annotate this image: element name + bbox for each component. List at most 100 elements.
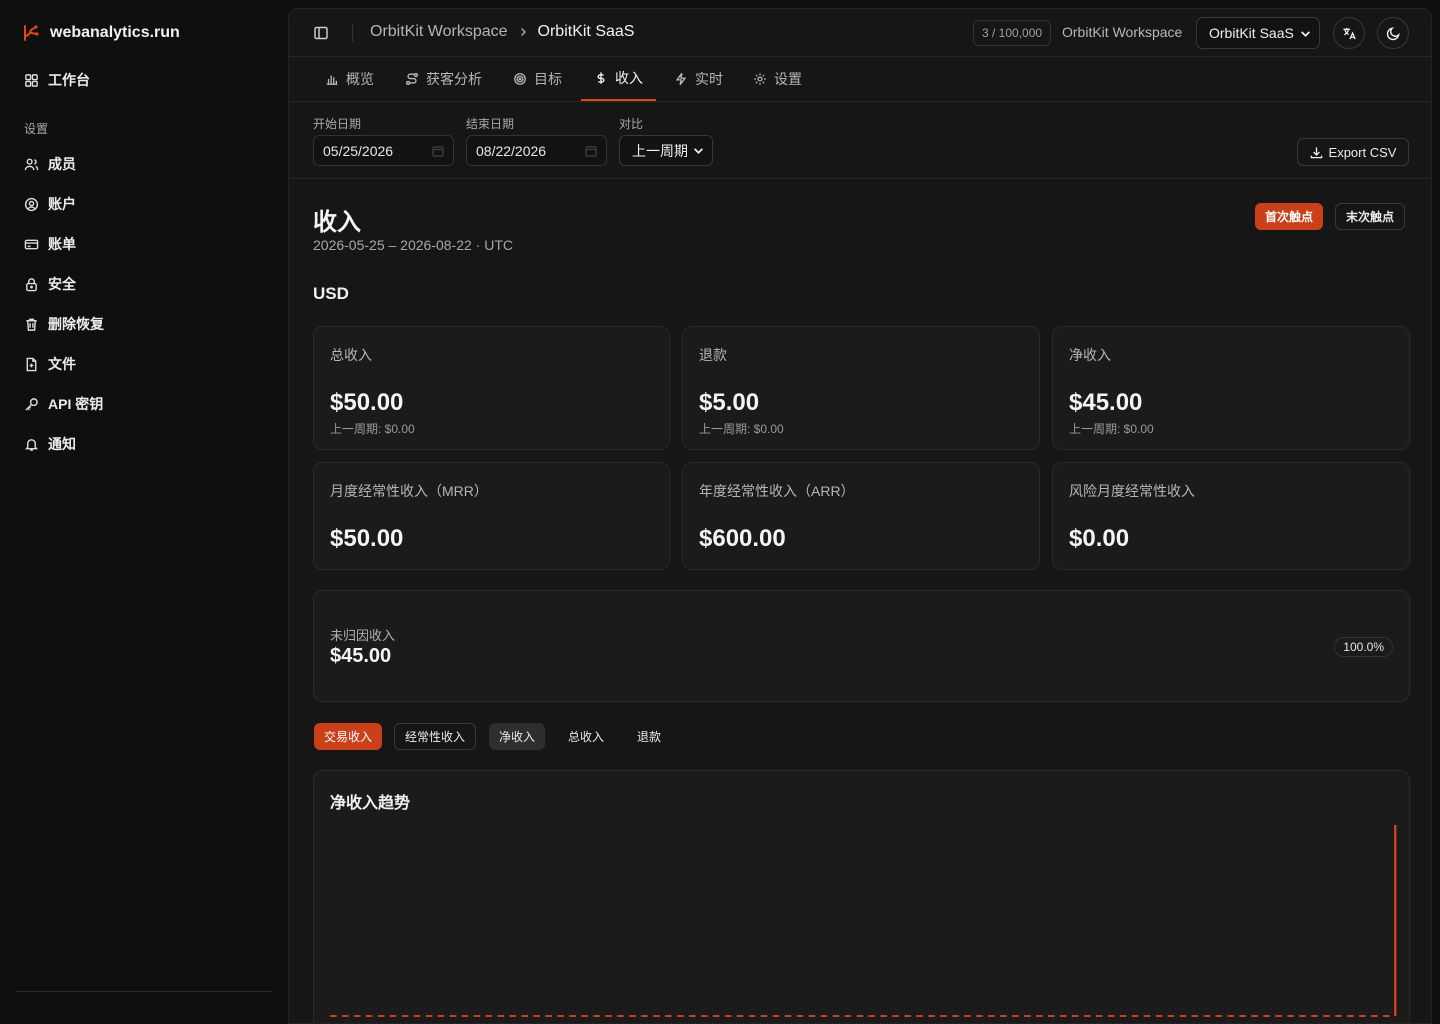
sidebar-item-notifications[interactable]: 通知 [16, 428, 272, 460]
metric-previous: 上一周期: $0.00 [330, 422, 415, 436]
breadcrumb-project[interactable]: OrbitKit SaaS [538, 23, 635, 41]
tab-bar: 概览 获客分析 目标 收入 实时 设置 [289, 57, 1431, 102]
breadcrumb: OrbitKit Workspace OrbitKit SaaS [370, 23, 634, 41]
sidebar-item-files[interactable]: 文件 [16, 348, 272, 380]
segment-net-revenue[interactable]: 净收入 [489, 723, 546, 750]
theme-toggle-button[interactable] [1377, 17, 1409, 49]
project-select-value: OrbitKit SaaS [1209, 25, 1294, 41]
user-circle-icon [24, 197, 39, 211]
filter-bar: 开始日期 05/25/2026 结束日期 08/22/2026 对比 上一周期 … [289, 102, 1431, 179]
tab-label: 收入 [615, 70, 643, 86]
tab-label: 概览 [346, 71, 374, 87]
metric-card-refunds: 退款 $5.00 上一周期: $0.00 [682, 326, 1040, 450]
sidebar-toggle-icon[interactable] [311, 23, 331, 43]
compare-select[interactable]: 上一周期 [619, 135, 713, 166]
metric-value: $600.00 [699, 525, 786, 552]
metric-value: $5.00 [699, 389, 760, 416]
tab-goals[interactable]: 目标 [500, 57, 575, 101]
credit-card-icon [24, 239, 39, 249]
segment-transaction-revenue[interactable]: 交易收入 [314, 723, 383, 750]
brand[interactable]: webanalytics.run [22, 22, 180, 44]
sidebar-item-label: 账单 [48, 236, 76, 252]
divider [352, 24, 353, 42]
top-bar: OrbitKit Workspace OrbitKit SaaS 3 / 100… [289, 9, 1431, 57]
sidebar-item-trash[interactable]: 删除恢复 [16, 308, 272, 340]
chevron-down-icon [694, 148, 703, 154]
sidebar-item-label: 工作台 [48, 72, 90, 88]
trash-icon [26, 318, 37, 331]
metric-card-at-risk-mrr: 风险月度经常性收入 $0.00 [1052, 462, 1410, 570]
logo-icon [24, 25, 39, 41]
metric-label: 月度经常性收入（MRR） [330, 483, 488, 499]
project-select[interactable]: OrbitKit SaaS [1196, 17, 1320, 49]
sidebar-item-security[interactable]: 安全 [16, 268, 272, 300]
metric-label: 年度经常性收入（ARR） [699, 483, 855, 499]
sidebar-item-label: 删除恢复 [48, 316, 104, 332]
breadcrumb-workspace[interactable]: OrbitKit Workspace [370, 23, 508, 41]
translate-icon [1342, 27, 1356, 39]
sidebar-item-dashboard[interactable]: 工作台 [16, 64, 272, 96]
metric-card-arr: 年度经常性收入（ARR） $600.00 [682, 462, 1040, 570]
metric-label: 风险月度经常性收入 [1069, 483, 1195, 499]
metric-card-net-revenue: 净收入 $45.00 上一周期: $0.00 [1052, 326, 1410, 450]
tab-revenue[interactable]: 收入 [581, 57, 656, 101]
compare-label: 对比 [619, 117, 644, 131]
page-title: 收入 [313, 209, 361, 236]
language-button[interactable] [1333, 17, 1365, 49]
start-date-label: 开始日期 [313, 117, 362, 131]
segment-recurring-revenue[interactable]: 经常性收入 [394, 723, 477, 750]
users-icon [24, 158, 39, 170]
sidebar-item-label: 文件 [48, 356, 76, 372]
main-panel: OrbitKit Workspace OrbitKit SaaS 3 / 100… [288, 8, 1432, 1024]
metric-value: $50.00 [330, 525, 404, 552]
metric-card-mrr: 月度经常性收入（MRR） $50.00 [313, 462, 670, 570]
start-date-input[interactable]: 05/25/2026 [313, 135, 454, 166]
unattributed-value: $45.00 [330, 645, 392, 667]
chart-bar[interactable] [1394, 825, 1397, 1016]
route-icon [406, 73, 418, 85]
tab-settings[interactable]: 设置 [740, 57, 815, 101]
file-icon [26, 357, 37, 371]
chevron-down-icon [1301, 30, 1310, 37]
first-touch-button[interactable]: 首次触点 [1255, 203, 1324, 230]
tab-realtime[interactable]: 实时 [661, 57, 736, 101]
tab-label: 获客分析 [426, 71, 482, 87]
metric-value: $50.00 [330, 389, 404, 416]
export-csv-label: Export CSV [1328, 144, 1397, 160]
sidebar-item-account[interactable]: 账户 [16, 188, 272, 220]
sidebar-item-label: 安全 [48, 276, 76, 292]
segment-total-revenue[interactable]: 总收入 [558, 723, 614, 750]
sidebar-item-members[interactable]: 成员 [16, 148, 272, 180]
export-csv-button[interactable]: Export CSV [1297, 138, 1409, 166]
tab-label: 目标 [534, 71, 562, 87]
gear-icon [754, 73, 766, 85]
compare-select-value: 上一周期 [632, 142, 688, 159]
sidebar-item-label: 账户 [48, 196, 76, 212]
sidebar-item-billing[interactable]: 账单 [16, 228, 272, 260]
unattributed-label: 未归因收入 [330, 628, 396, 643]
net-revenue-trend-chart [330, 825, 1397, 1017]
currency-heading: USD [313, 284, 349, 303]
sidebar-section-title: 设置 [24, 122, 49, 136]
end-date-label: 结束日期 [466, 117, 515, 131]
brand-name: webanalytics.run [50, 24, 180, 41]
unattributed-revenue-card: 未归因收入 $45.00 100.0% [313, 590, 1410, 702]
segment-refunds[interactable]: 退款 [627, 723, 671, 750]
chevron-right-icon [520, 28, 526, 36]
workspace-name: OrbitKit Workspace [1062, 24, 1183, 40]
end-date-input[interactable]: 08/22/2026 [466, 135, 607, 166]
page-subtitle: 2026-05-25 – 2026-08-22 · UTC [313, 237, 514, 253]
tab-label: 设置 [774, 71, 802, 87]
sidebar-item-api-keys[interactable]: API 密钥 [16, 388, 272, 420]
calendar-icon [432, 145, 444, 157]
unattributed-percent-badge: 100.0% [1334, 637, 1393, 657]
sidebar-item-label: 成员 [48, 156, 76, 172]
sidebar-item-label: 通知 [48, 436, 76, 452]
tab-acquisition[interactable]: 获客分析 [392, 57, 495, 101]
download-icon [1310, 146, 1322, 158]
sidebar: webanalytics.run 工作台 设置 成员 账户 账单 安全 删除恢复… [0, 0, 288, 1024]
tab-overview[interactable]: 概览 [312, 57, 387, 101]
bell-icon [24, 438, 39, 451]
last-touch-button[interactable]: 末次触点 [1335, 203, 1406, 230]
metric-previous: 上一周期: $0.00 [699, 422, 784, 436]
